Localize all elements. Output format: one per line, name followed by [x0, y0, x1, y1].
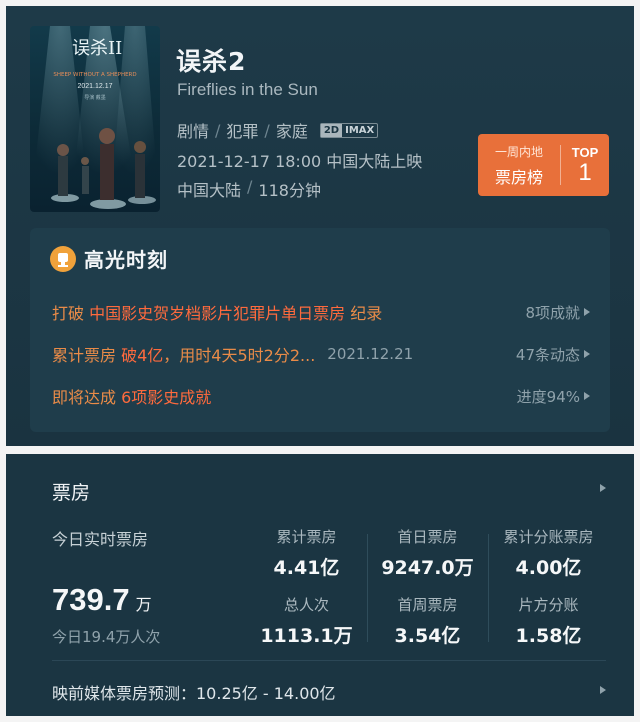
- rank-scope: 一周内地: [494, 144, 543, 159]
- highlight-text: 打破 中国影史贺岁档影片犯罪片单日票房 纪录: [52, 300, 382, 324]
- region: 中国大陆: [177, 181, 242, 200]
- highlight-prefix: 累计票房: [52, 346, 117, 365]
- format-imax: IMAX: [345, 124, 375, 136]
- stat-label: 片方分账: [518, 596, 579, 614]
- release-info: 2021-12-17 18:00 中国大陆上映: [177, 152, 423, 171]
- movie-english-title: Fireflies in the Sun: [177, 80, 318, 99]
- today-value: 739.7: [52, 582, 130, 617]
- chevron-right-icon: [584, 308, 590, 316]
- stat-value: 3.54亿: [394, 625, 461, 647]
- chevron-right-icon: [584, 350, 590, 358]
- stat-producer-share: 片方分账 1.58亿: [488, 594, 609, 648]
- pre-release-forecast[interactable]: 映前媒体票房预测：10.25亿 - 14.00亿: [52, 680, 336, 704]
- stat-cumulative-share: 累计分账票房 4.00亿: [488, 526, 609, 580]
- stat-admissions: 总人次 1113.1万: [246, 594, 367, 648]
- highlight-link-label: 进度94%: [516, 387, 580, 406]
- genre-tag: 犯罪: [226, 122, 259, 141]
- separator: /: [215, 120, 221, 140]
- genre-tag: 剧情: [177, 122, 210, 141]
- movie-title: 误杀2: [176, 47, 247, 76]
- highlight-prefix: 即将达成: [52, 388, 117, 407]
- highlight-link-label: 8项成就: [525, 303, 580, 322]
- stat-label: 总人次: [283, 596, 329, 614]
- rank-board: 票房榜: [494, 167, 543, 187]
- highlight-date: 2021.12.21: [327, 345, 414, 363]
- today-unit: 万: [135, 597, 152, 614]
- stat-first-week: 首周票房 3.54亿: [367, 594, 488, 648]
- divider: [52, 660, 606, 661]
- highlight-row[interactable]: 打破 中国影史贺岁档影片犯罪片单日票房 纪录 8项成就: [52, 300, 590, 324]
- highlight-emphasis: 破4亿: [121, 346, 164, 365]
- box-office-card: 票房 今日实时票房 739.7 万 今日19.4万人次 累计票房 4.41亿 首日…: [6, 454, 634, 716]
- today-admissions: 今日19.4万人次: [52, 628, 161, 646]
- stat-label: 累计分账票房: [503, 528, 594, 546]
- trophy-icon: [50, 245, 76, 272]
- rank-position: TOP 1: [561, 145, 609, 186]
- highlights-panel: 高光时刻 打破 中国影史贺岁档影片犯罪片单日票房 纪录 8项成就 累计票房 破4…: [30, 228, 610, 432]
- poster-credits: 导演 戴墨: [84, 95, 106, 101]
- format-2d: 2D: [320, 123, 343, 137]
- poster-date: 2021.12.17: [77, 83, 113, 90]
- movie-poster[interactable]: 误杀II SHEEP WITHOUT A SHEPHERD 2021.12.17…: [30, 26, 160, 212]
- format-badge: 2D IMAX: [319, 122, 379, 138]
- highlight-row[interactable]: 累计票房 破4亿，用时4天5时2分2... 2021.12.21 47条动态: [52, 342, 590, 366]
- today-box-office: 739.7 万: [52, 582, 152, 618]
- rank-top-label: TOP: [571, 144, 599, 160]
- poster-tagline: SHEEP WITHOUT A SHEPHERD: [53, 72, 137, 78]
- highlight-link-label: 47条动态: [515, 345, 580, 364]
- highlight-link[interactable]: 进度94%: [517, 386, 590, 407]
- box-office-title: 票房: [52, 482, 91, 504]
- duration: 118分钟: [258, 181, 321, 200]
- highlight-prefix: 打破: [52, 304, 85, 323]
- highlights-header: 高光时刻: [50, 244, 168, 273]
- genre-tag: 家庭: [275, 122, 308, 141]
- stat-value: 4.41亿: [273, 557, 340, 579]
- stat-value: 9247.0万: [381, 557, 474, 579]
- stat-value: 1113.1万: [260, 625, 353, 647]
- highlight-link[interactable]: 47条动态: [516, 344, 590, 365]
- stat-label: 首周票房: [397, 596, 458, 614]
- today-label: 今日实时票房: [52, 530, 149, 549]
- highlight-suffix: ，用时4天5时2分2...: [163, 346, 316, 365]
- stat-value: 1.58亿: [515, 625, 582, 647]
- highlight-suffix: 纪录: [350, 304, 383, 323]
- stat-label: 首日票房: [397, 528, 458, 546]
- movie-info-card: 误杀II SHEEP WITHOUT A SHEPHERD 2021.12.17…: [6, 6, 634, 446]
- highlight-text: 即将达成 6项影史成就: [52, 384, 211, 408]
- highlights-title: 高光时刻: [84, 248, 168, 272]
- chevron-right-icon[interactable]: [600, 686, 606, 694]
- chevron-right-icon: [584, 392, 590, 400]
- rank-label: 一周内地 票房榜: [478, 143, 560, 188]
- poster-title-text: 误杀II: [72, 38, 123, 59]
- highlight-emphasis: 6项影史成就: [121, 388, 212, 407]
- chevron-right-icon[interactable]: [600, 484, 606, 492]
- stat-label: 累计票房: [276, 528, 337, 546]
- weekly-rank-badge[interactable]: 一周内地 票房榜 TOP 1: [478, 134, 609, 196]
- rank-number: 1: [578, 158, 592, 186]
- stat-cumulative: 累计票房 4.41亿: [246, 526, 367, 580]
- highlight-emphasis: 中国影史贺岁档影片犯罪片单日票房: [89, 304, 346, 323]
- box-office-stats: 累计票房 4.41亿 首日票房 9247.0万 累计分账票房 4.00亿 总人次…: [246, 526, 610, 650]
- stat-value: 4.00亿: [515, 557, 582, 579]
- region-duration: 中国大陆 / 118分钟: [177, 177, 321, 201]
- separator: /: [264, 120, 270, 140]
- separator: /: [247, 177, 253, 196]
- highlight-link[interactable]: 8项成就: [525, 302, 590, 323]
- highlight-text: 累计票房 破4亿，用时4天5时2分2...: [52, 342, 315, 366]
- stat-first-day: 首日票房 9247.0万: [367, 526, 488, 580]
- genre-list: 剧情 / 犯罪 / 家庭 2D IMAX: [177, 118, 379, 142]
- highlight-row[interactable]: 即将达成 6项影史成就 进度94%: [52, 384, 590, 408]
